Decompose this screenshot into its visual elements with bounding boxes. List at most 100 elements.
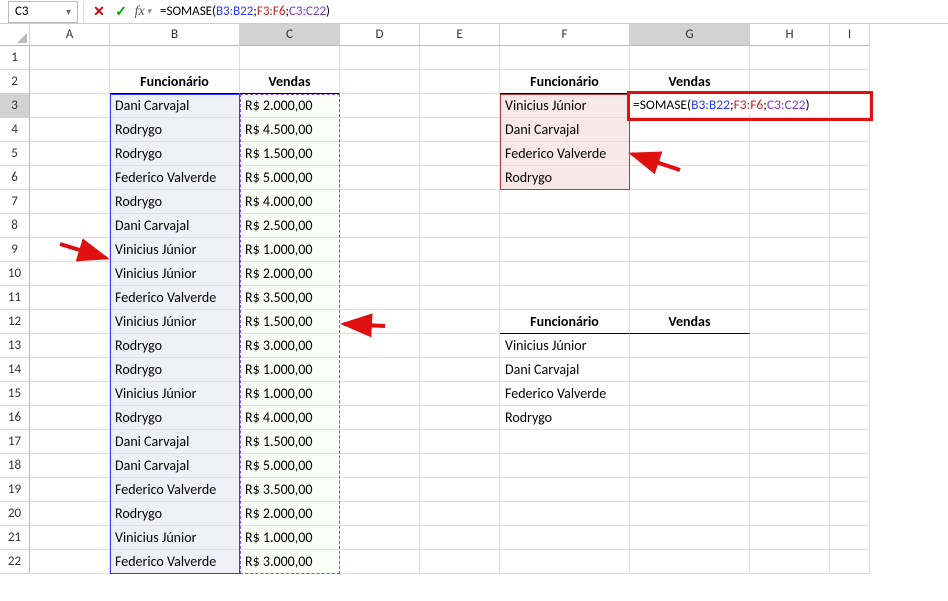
cell-A1[interactable] <box>30 46 110 70</box>
cell-F17[interactable] <box>500 430 630 454</box>
cell-A19[interactable] <box>30 478 110 502</box>
cell-F10[interactable] <box>500 262 630 286</box>
cell-E1[interactable] <box>420 46 500 70</box>
row-header-3[interactable]: 3 <box>0 94 30 118</box>
cell-H1[interactable] <box>750 46 830 70</box>
cell-C9[interactable]: R$ 1.000,00 <box>240 238 340 262</box>
cell-C14[interactable]: R$ 1.000,00 <box>240 358 340 382</box>
cell-I17[interactable] <box>830 430 870 454</box>
cell-B7[interactable]: Rodrygo <box>110 190 240 214</box>
cell-B4[interactable]: Rodrygo <box>110 118 240 142</box>
cell-H22[interactable] <box>750 550 830 574</box>
cell-D5[interactable] <box>340 142 420 166</box>
cell-G14[interactable] <box>630 358 750 382</box>
formula-bar[interactable]: =SOMASE(B3:B22;F3:F6;C3:C22) <box>154 1 948 23</box>
cell-E20[interactable] <box>420 502 500 526</box>
cell-D6[interactable] <box>340 166 420 190</box>
col-header-H[interactable]: H <box>750 24 830 46</box>
row-header-8[interactable]: 8 <box>0 214 30 238</box>
cell-B5[interactable]: Rodrygo <box>110 142 240 166</box>
cell-E7[interactable] <box>420 190 500 214</box>
cell-D8[interactable] <box>340 214 420 238</box>
cell-B13[interactable]: Rodrygo <box>110 334 240 358</box>
cell-G4[interactable] <box>630 118 750 142</box>
cell-C6[interactable]: R$ 5.000,00 <box>240 166 340 190</box>
row-header-19[interactable]: 19 <box>0 478 30 502</box>
cell-B19[interactable]: Federico Valverde <box>110 478 240 502</box>
cell-H20[interactable] <box>750 502 830 526</box>
cell-A3[interactable] <box>30 94 110 118</box>
cell-B12[interactable]: Vinicius Júnior <box>110 310 240 334</box>
select-all-corner[interactable] <box>0 24 30 46</box>
cell-A2[interactable] <box>30 70 110 94</box>
cell-B22[interactable]: Federico Valverde <box>110 550 240 574</box>
cell-A14[interactable] <box>30 358 110 382</box>
cell-G5[interactable] <box>630 142 750 166</box>
cell-B6[interactable]: Federico Valverde <box>110 166 240 190</box>
cell-B18[interactable]: Dani Carvajal <box>110 454 240 478</box>
cell-D12[interactable] <box>340 310 420 334</box>
cell-B17[interactable]: Dani Carvajal <box>110 430 240 454</box>
cell-I1[interactable] <box>830 46 870 70</box>
cell-I22[interactable] <box>830 550 870 574</box>
row-header-6[interactable]: 6 <box>0 166 30 190</box>
cell-F20[interactable] <box>500 502 630 526</box>
cell-E21[interactable] <box>420 526 500 550</box>
cell-F7[interactable] <box>500 190 630 214</box>
cell-C1[interactable] <box>240 46 340 70</box>
cell-B1[interactable] <box>110 46 240 70</box>
row-header-18[interactable]: 18 <box>0 454 30 478</box>
cell-D17[interactable] <box>340 430 420 454</box>
cell-E13[interactable] <box>420 334 500 358</box>
cell-I6[interactable] <box>830 166 870 190</box>
cell-C13[interactable]: R$ 3.000,00 <box>240 334 340 358</box>
cell-C3[interactable]: R$ 2.000,00 <box>240 94 340 118</box>
chevron-down-icon[interactable]: ▾ <box>66 5 71 18</box>
cell-A16[interactable] <box>30 406 110 430</box>
cell-D10[interactable] <box>340 262 420 286</box>
row-header-13[interactable]: 13 <box>0 334 30 358</box>
cell-B3[interactable]: Dani Carvajal <box>110 94 240 118</box>
cell-C15[interactable]: R$ 1.000,00 <box>240 382 340 406</box>
cell-F12[interactable]: Funcionário <box>500 310 630 334</box>
row-header-7[interactable]: 7 <box>0 190 30 214</box>
cell-F6[interactable]: Rodrygo <box>500 166 630 190</box>
cell-I13[interactable] <box>830 334 870 358</box>
row-header-9[interactable]: 9 <box>0 238 30 262</box>
cell-F2[interactable]: Funcionário <box>500 70 630 94</box>
cell-H7[interactable] <box>750 190 830 214</box>
cell-D16[interactable] <box>340 406 420 430</box>
cell-B20[interactable]: Rodrygo <box>110 502 240 526</box>
cell-F8[interactable] <box>500 214 630 238</box>
spreadsheet-grid[interactable]: ABCDEFGHI12FuncionárioVendasFuncionárioV… <box>0 24 948 574</box>
cell-F3[interactable]: Vinicius Júnior <box>500 94 630 118</box>
cell-G18[interactable] <box>630 454 750 478</box>
cell-H9[interactable] <box>750 238 830 262</box>
row-header-15[interactable]: 15 <box>0 382 30 406</box>
cell-D11[interactable] <box>340 286 420 310</box>
cell-I18[interactable] <box>830 454 870 478</box>
cell-H10[interactable] <box>750 262 830 286</box>
name-box[interactable]: C3 ▾ <box>8 1 78 23</box>
cell-C19[interactable]: R$ 3.500,00 <box>240 478 340 502</box>
cell-A12[interactable] <box>30 310 110 334</box>
cell-G17[interactable] <box>630 430 750 454</box>
cell-I19[interactable] <box>830 478 870 502</box>
row-header-2[interactable]: 2 <box>0 70 30 94</box>
cell-G6[interactable] <box>630 166 750 190</box>
cell-D7[interactable] <box>340 190 420 214</box>
col-header-A[interactable]: A <box>30 24 110 46</box>
cell-G2[interactable]: Vendas <box>630 70 750 94</box>
cell-E22[interactable] <box>420 550 500 574</box>
cell-E8[interactable] <box>420 214 500 238</box>
cell-D14[interactable] <box>340 358 420 382</box>
cell-B11[interactable]: Federico Valverde <box>110 286 240 310</box>
cell-A21[interactable] <box>30 526 110 550</box>
cell-H14[interactable] <box>750 358 830 382</box>
cell-G8[interactable] <box>630 214 750 238</box>
cell-E15[interactable] <box>420 382 500 406</box>
cell-A17[interactable] <box>30 430 110 454</box>
cell-H21[interactable] <box>750 526 830 550</box>
cell-A13[interactable] <box>30 334 110 358</box>
cancel-button[interactable]: ✕ <box>88 1 110 23</box>
